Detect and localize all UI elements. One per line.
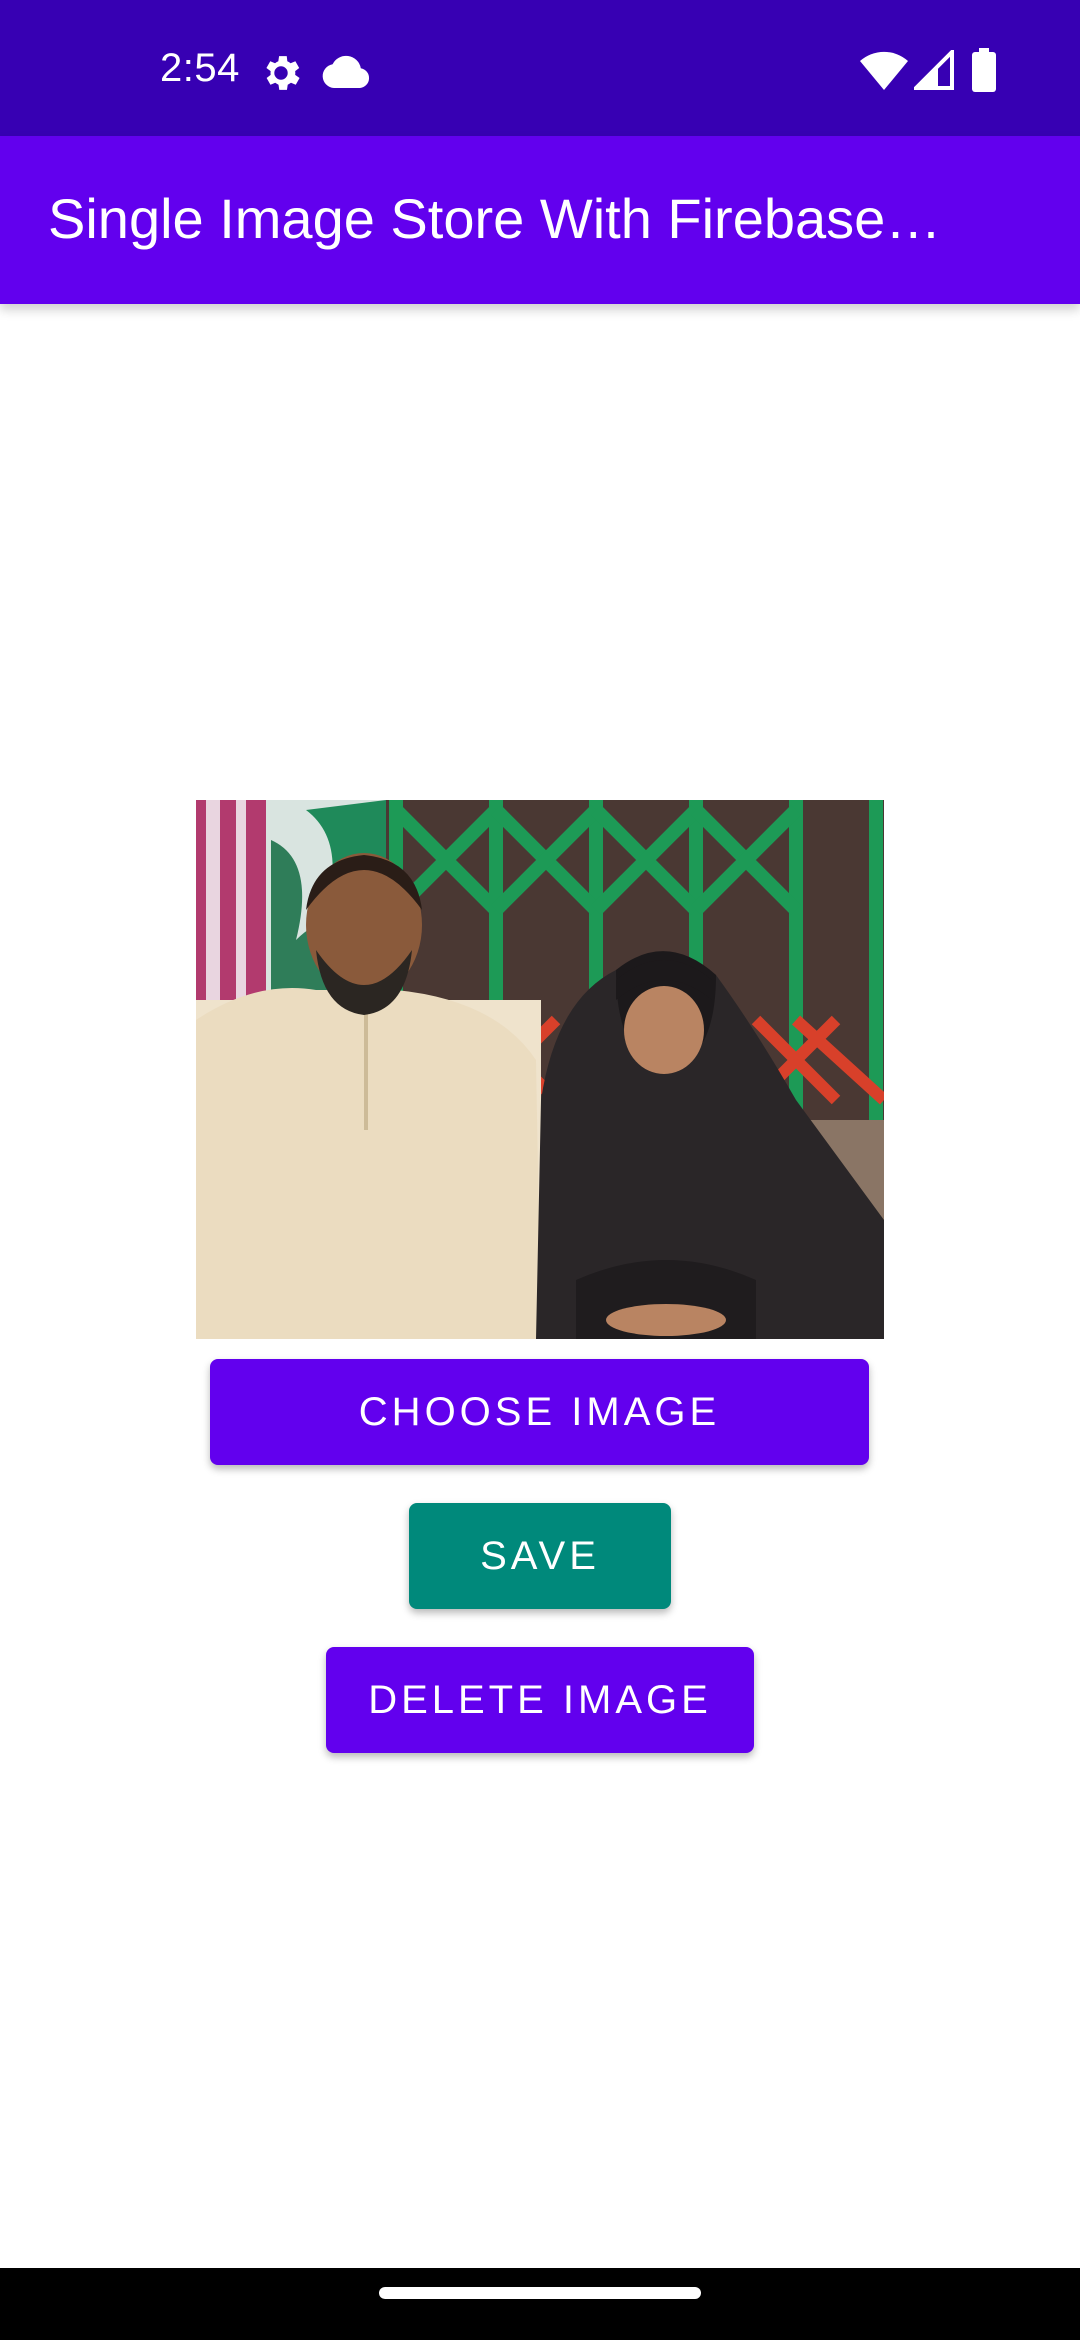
save-label: SAVE <box>480 1533 600 1578</box>
delete-image-button[interactable]: DELETE IMAGE <box>326 1647 754 1753</box>
app-bar: Single Image Store With Firebase… <box>0 136 1080 304</box>
cell-signal-icon <box>911 47 954 95</box>
app-title: Single Image Store With Firebase… <box>48 187 942 250</box>
choose-image-button[interactable]: CHOOSE IMAGE <box>210 1359 869 1465</box>
home-gesture-handle[interactable] <box>379 2287 701 2299</box>
battery-icon <box>972 48 996 97</box>
settings-gear-icon <box>258 50 304 101</box>
status-time: 2:54 <box>160 46 240 90</box>
navigation-bar <box>0 2268 1080 2340</box>
cloud-icon <box>322 54 370 93</box>
selected-image <box>196 800 884 1339</box>
photo-of-two-people-icon <box>196 800 884 1339</box>
choose-image-label: CHOOSE IMAGE <box>358 1389 721 1434</box>
save-button[interactable]: SAVE <box>409 1503 671 1609</box>
wifi-icon <box>860 50 908 95</box>
status-bar: 2:54 <box>0 0 1080 136</box>
delete-image-label: DELETE IMAGE <box>368 1677 712 1722</box>
